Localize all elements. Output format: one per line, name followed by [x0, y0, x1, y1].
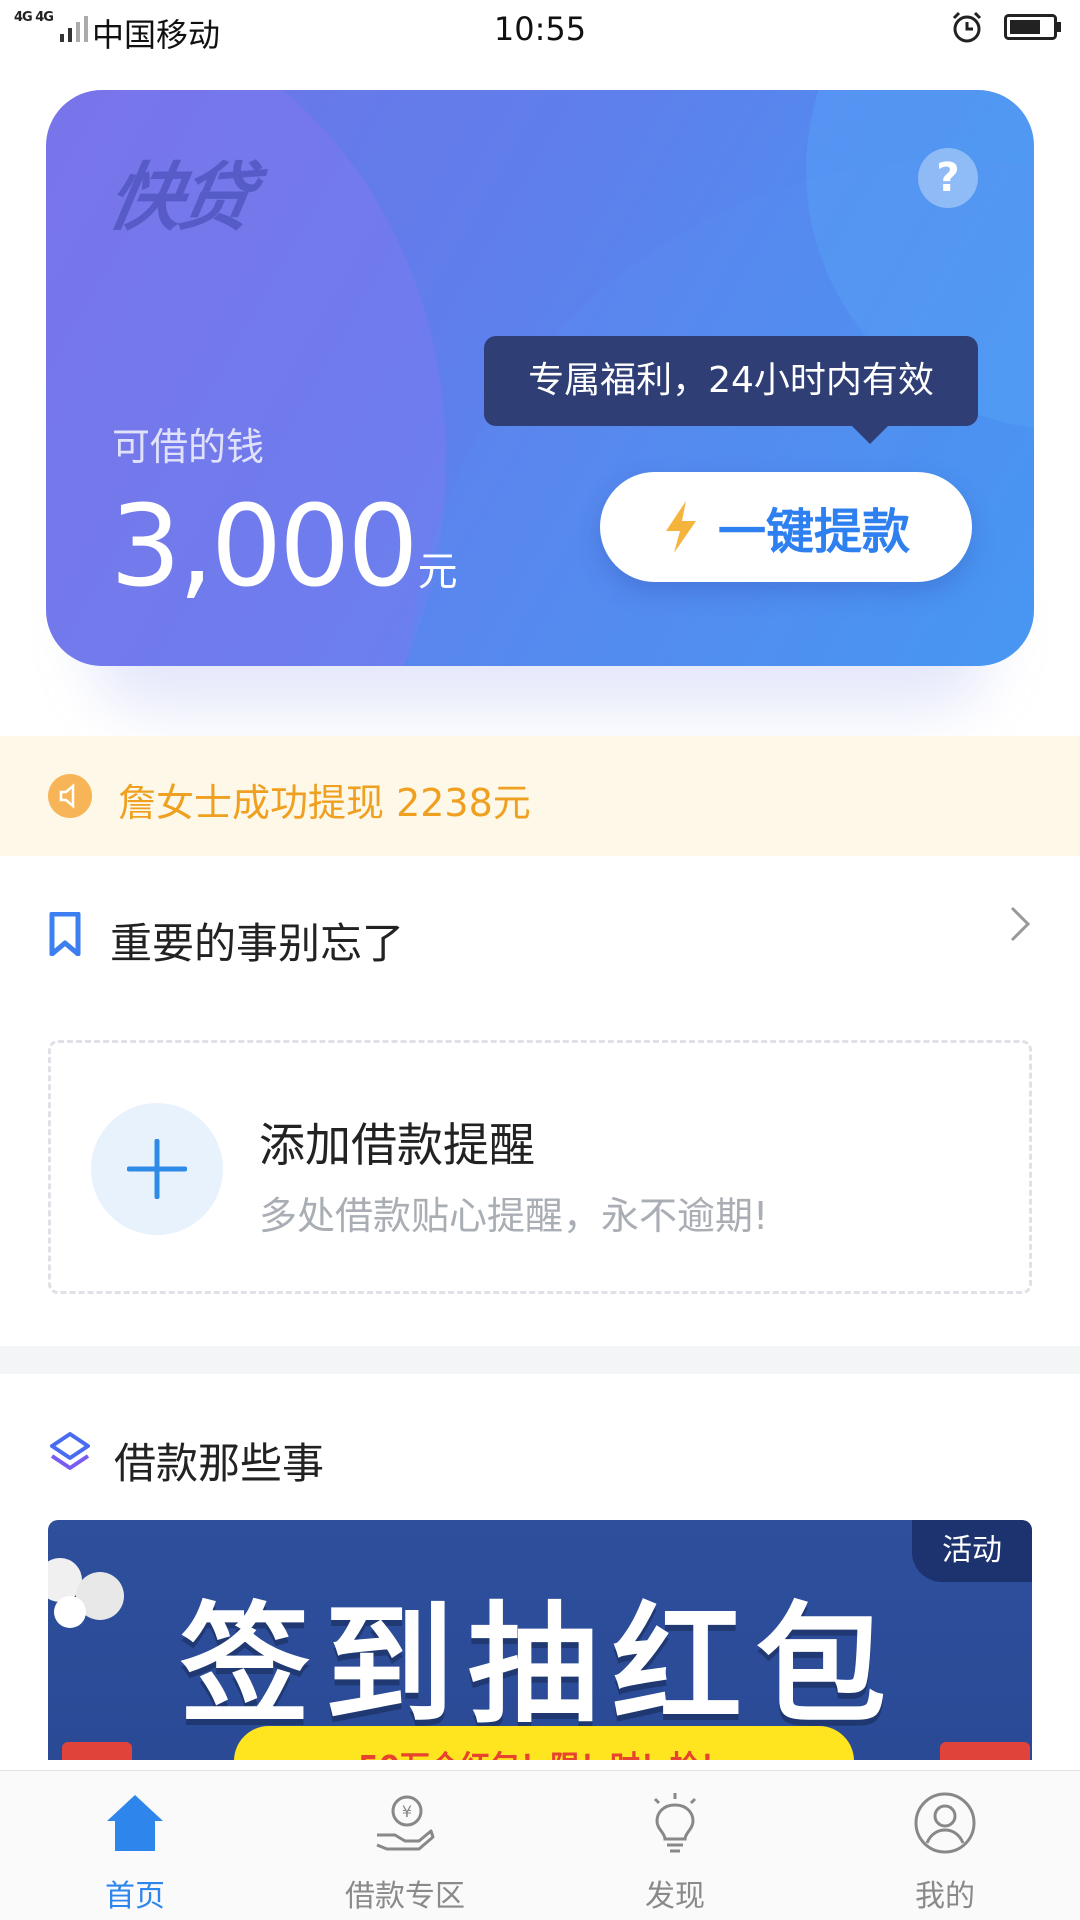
status-time: 10:55: [493, 10, 587, 48]
add-reminder-button[interactable]: [91, 1103, 223, 1235]
chevron-right-icon[interactable]: [1008, 904, 1032, 944]
brand-logo: 快贷: [101, 155, 257, 241]
section-divider: [0, 1346, 1080, 1374]
layers-icon: [50, 1432, 90, 1470]
limit-amount-unit: 元: [417, 549, 458, 595]
tab-discover[interactable]: 发现: [540, 1771, 810, 1920]
home-icon: [107, 1795, 163, 1851]
sign-in-red-packet-banner[interactable]: 签到抽红包 50万个红包！限！时！抢！ 活动: [48, 1520, 1032, 1760]
alarm-icon: [952, 11, 982, 43]
bookmark-icon: [49, 912, 81, 956]
hero-card: 快贷 ? 专属福利，24小时内有效 可借的钱 3,000元 一键提款: [46, 90, 1034, 666]
reminder-section-title: 重要的事别忘了: [110, 919, 405, 968]
tab-label: 借款专区: [345, 1879, 465, 1914]
withdraw-button-label: 一键提款: [717, 504, 910, 560]
tab-label: 发现: [645, 1879, 705, 1914]
limit-label: 可借的钱: [112, 425, 265, 469]
loan-section-header: 借款那些事: [0, 1410, 1080, 1500]
user-icon: [914, 1792, 976, 1854]
battery-icon: [1004, 14, 1061, 40]
banner-title: 签到抽红包: [179, 1589, 900, 1741]
tab-label: 首页: [105, 1879, 165, 1914]
status-bar: 4G 4G 中国移动 10:55: [0, 0, 1080, 58]
tab-label: 我的: [915, 1879, 975, 1914]
benefit-tooltip: 专属福利，24小时内有效: [484, 336, 978, 426]
svg-text:¥: ¥: [402, 1802, 412, 1821]
activity-tag: 活动: [912, 1520, 1032, 1582]
tooltip-arrow: [852, 426, 888, 444]
help-icon[interactable]: ?: [918, 148, 978, 208]
lightbulb-icon: [653, 1793, 697, 1853]
banner-decoration: [62, 1742, 132, 1760]
tab-home[interactable]: 首页: [0, 1771, 270, 1920]
add-loan-reminder-card[interactable]: 添加借款提醒 多处借款贴心提醒，永不逾期!: [48, 1040, 1032, 1294]
withdraw-notice-text: 詹女士成功提现 2238元: [118, 781, 531, 825]
withdraw-notice-bar: 詹女士成功提现 2238元: [0, 736, 1080, 856]
lightning-icon: [665, 501, 696, 553]
loan-hand-icon: ¥: [376, 1795, 435, 1851]
plus-icon: [127, 1139, 187, 1199]
add-reminder-title: 添加借款提醒: [259, 1118, 535, 1172]
loan-section-title: 借款那些事: [114, 1439, 325, 1488]
bottom-tab-bar: 首页 ¥ 借款专区 发现 我的: [0, 1770, 1080, 1920]
banner-decoration: [940, 1742, 1030, 1760]
tab-mine[interactable]: 我的: [810, 1771, 1080, 1920]
banner-subtitle-pill: 50万个红包！限！时！抢！: [234, 1726, 854, 1760]
speaker-icon: [48, 774, 92, 818]
limit-amount: 3,000元: [110, 482, 458, 612]
limit-amount-value: 3,000: [110, 482, 419, 612]
add-reminder-subtitle: 多处借款贴心提醒，永不逾期!: [259, 1194, 769, 1238]
one-click-withdraw-button[interactable]: 一键提款: [600, 472, 972, 582]
banner-subtitle: 50万个红包！限！时！抢！: [234, 1742, 854, 1760]
reminder-section-header[interactable]: 重要的事别忘了: [0, 890, 1080, 980]
tab-loan-zone[interactable]: ¥ 借款专区: [270, 1771, 540, 1920]
